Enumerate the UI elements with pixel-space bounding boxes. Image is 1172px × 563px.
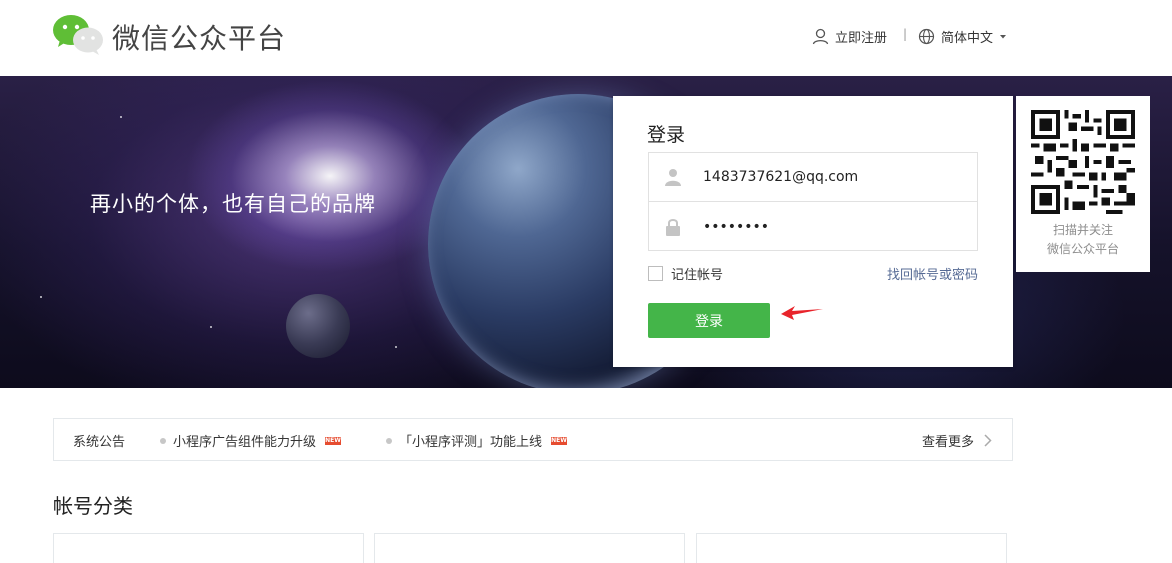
qr-caption-line2: 微信公众平台 xyxy=(1046,242,1119,256)
caret-down-icon xyxy=(1000,34,1007,38)
category-card[interactable] xyxy=(374,533,685,563)
notice-item-text: 「小程序评测」功能上线 xyxy=(399,435,543,450)
user-silhouette-icon xyxy=(665,169,681,186)
account-input[interactable] xyxy=(703,169,963,185)
credential-fields xyxy=(648,152,978,251)
password-row xyxy=(649,202,977,251)
wechat-logo-icon[interactable] xyxy=(52,14,104,56)
notice-item[interactable]: 小程序广告组件能力升级 NEW xyxy=(160,431,342,450)
notice-item[interactable]: 「小程序评测」功能上线 NEW xyxy=(386,431,568,450)
top-header: 微信公众平台 立即注册 | 简体中文 xyxy=(0,0,1172,76)
globe-icon xyxy=(918,28,935,45)
account-category-title: 帐号分类 xyxy=(53,494,133,518)
brand-title[interactable]: 微信公众平台 xyxy=(112,17,286,57)
qr-panel: 扫描并关注 微信公众平台 xyxy=(1016,96,1150,272)
system-notice-bar: 系统公告 小程序广告组件能力升级 NEW 「小程序评测」功能上线 NEW 查看更… xyxy=(53,418,1013,461)
login-panel: 登录 记住帐号 找回帐号或密码 登录 xyxy=(613,96,1013,367)
user-icon xyxy=(812,28,829,45)
register-label: 立即注册 xyxy=(835,31,888,46)
header-separator: | xyxy=(903,27,908,41)
view-more-link[interactable]: 查看更多 xyxy=(922,431,992,450)
login-title: 登录 xyxy=(647,124,686,146)
remember-label: 记住帐号 xyxy=(671,268,724,283)
language-label: 简体中文 xyxy=(941,31,994,46)
password-input[interactable] xyxy=(703,218,963,235)
account-row xyxy=(649,153,977,202)
qr-caption-line1: 扫描并关注 xyxy=(1052,223,1113,237)
bullet-dot-icon xyxy=(386,437,392,444)
lock-icon xyxy=(666,218,680,236)
notice-item-text: 小程序广告组件能力升级 xyxy=(173,435,317,450)
chevron-right-icon xyxy=(984,434,992,447)
remember-account[interactable]: 记住帐号 xyxy=(648,264,723,283)
category-card[interactable] xyxy=(53,533,364,563)
category-card[interactable] xyxy=(696,533,1007,563)
new-badge: NEW xyxy=(551,436,568,445)
banner-slogan: 再小的个体，也有自己的品牌 xyxy=(90,192,376,216)
login-button[interactable]: 登录 xyxy=(648,303,770,338)
language-selector[interactable]: 简体中文 xyxy=(918,27,1007,46)
register-link[interactable]: 立即注册 xyxy=(812,27,887,46)
new-badge: NEW xyxy=(325,436,342,445)
bullet-dot-icon xyxy=(160,437,166,444)
moon-illustration xyxy=(286,294,350,358)
notice-title: 系统公告 xyxy=(73,435,126,450)
annotation-arrow-icon xyxy=(781,306,823,320)
view-more-label: 查看更多 xyxy=(921,435,974,450)
forgot-password-link[interactable]: 找回帐号或密码 xyxy=(887,264,978,283)
qr-code-icon xyxy=(1031,110,1135,214)
remember-checkbox[interactable] xyxy=(648,266,663,281)
